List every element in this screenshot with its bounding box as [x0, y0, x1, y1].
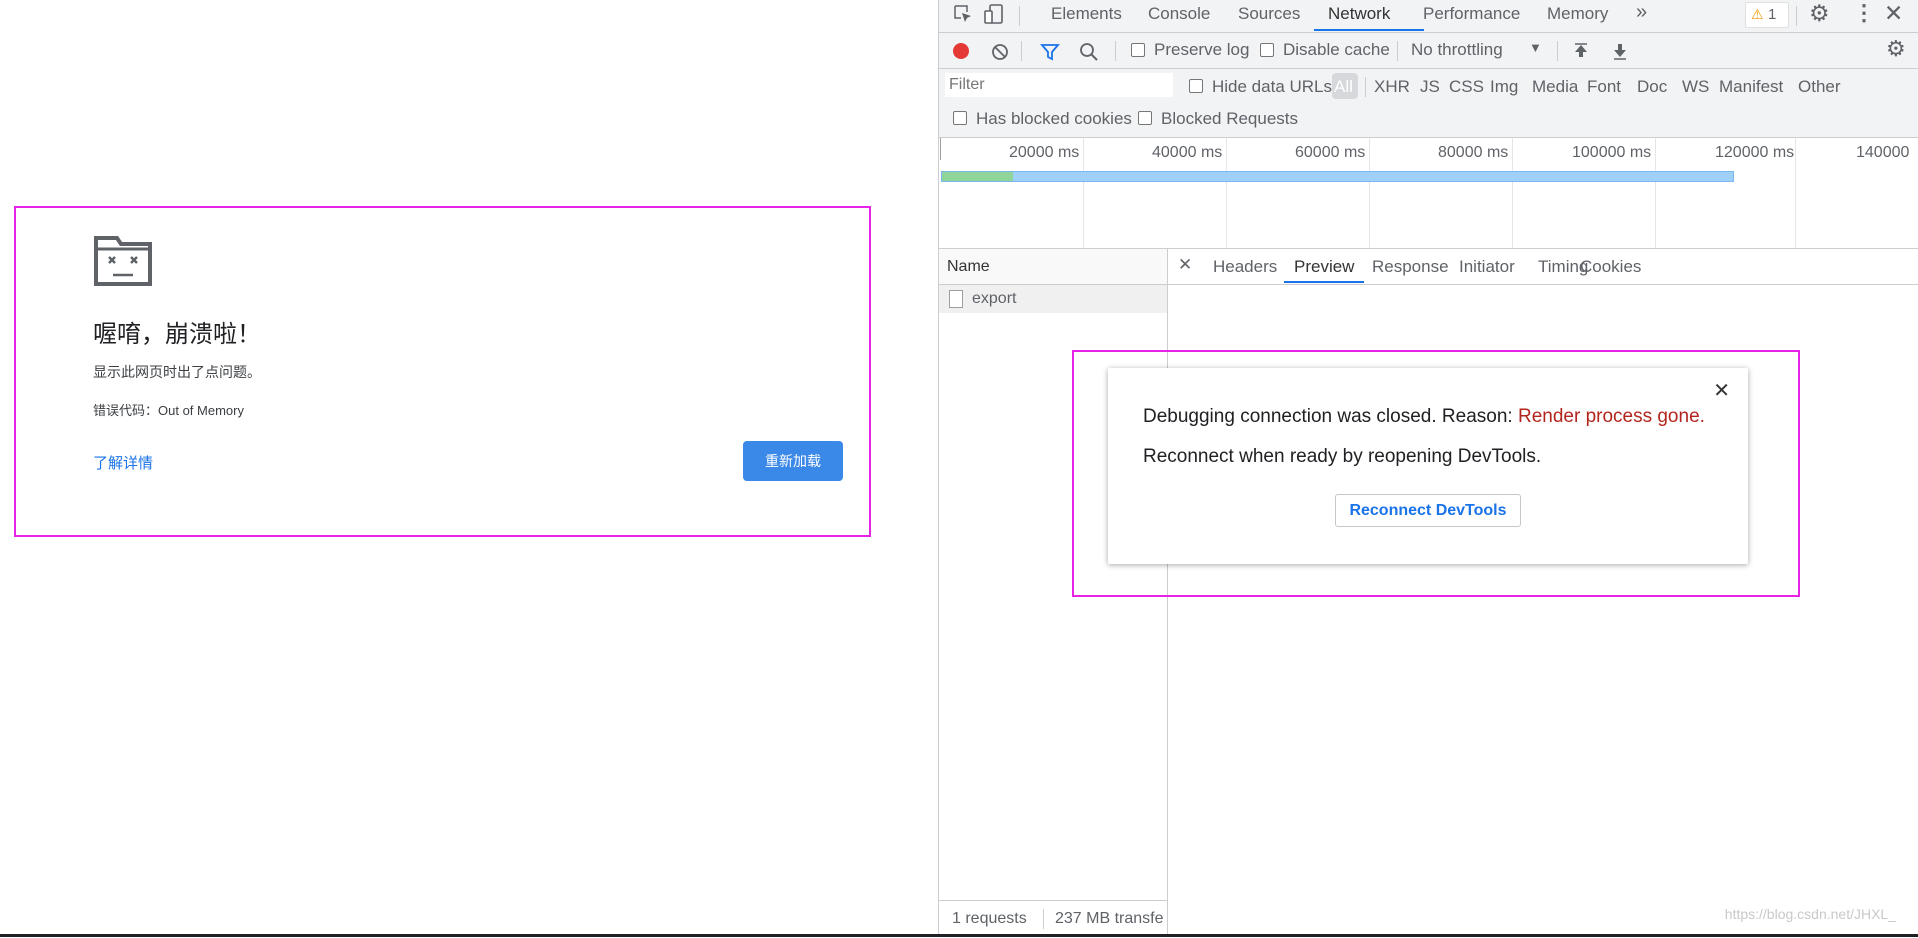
disable-cache-label: Disable cache	[1283, 40, 1390, 59]
transferred-size: 237 MB transfe	[1055, 910, 1164, 927]
request-detail-tabs: ✕ Headers Preview Response Initiator Tim…	[1168, 249, 1918, 285]
tab-console[interactable]: Console	[1148, 4, 1210, 24]
tab-elements[interactable]: Elements	[1051, 4, 1122, 24]
crash-title: 喔唷，崩溃啦！	[93, 321, 261, 348]
document-icon	[949, 290, 963, 308]
type-filter-ws[interactable]: WS	[1682, 77, 1709, 97]
inspect-element-icon[interactable]	[953, 4, 973, 24]
type-filter-xhr[interactable]: XHR	[1374, 77, 1410, 97]
request-timeline-bar	[941, 171, 1734, 182]
type-filter-media[interactable]: Media	[1532, 77, 1578, 97]
type-filter-img[interactable]: Img	[1490, 77, 1518, 97]
request-name: export	[972, 290, 1017, 307]
devtools-tab-bar: Elements Console Sources Network Perform…	[939, 0, 1918, 33]
timeline-tick: 40000 ms	[1152, 144, 1223, 161]
detail-tab-headers[interactable]: Headers	[1213, 257, 1277, 277]
hide-data-urls-checkbox[interactable]	[1189, 79, 1203, 93]
request-waiting-bar	[942, 172, 1013, 181]
learn-more-link[interactable]: 了解详情	[93, 452, 153, 473]
throttling-select[interactable]: No throttling	[1411, 40, 1503, 60]
tab-network[interactable]: Network	[1328, 4, 1390, 24]
filter-input[interactable]	[945, 73, 1173, 97]
chevron-down-icon[interactable]: ▼	[1529, 40, 1542, 55]
detail-tab-preview[interactable]: Preview	[1294, 257, 1354, 277]
warning-count: 1	[1768, 6, 1777, 23]
timeline-tick: 60000 ms	[1295, 144, 1366, 161]
type-filter-manifest[interactable]: Manifest	[1719, 77, 1783, 97]
network-tab-underline	[1314, 29, 1424, 31]
clear-icon[interactable]	[991, 43, 1009, 61]
tab-performance[interactable]: Performance	[1423, 4, 1520, 24]
more-tabs-icon[interactable]: »	[1636, 1, 1647, 24]
network-toolbar: Preserve log Disable cache No throttling…	[939, 33, 1918, 69]
timeline-tick: 80000 ms	[1438, 144, 1509, 161]
timeline-tick: 20000 ms	[1009, 144, 1080, 161]
dialog-reason: Render process gone.	[1517, 406, 1705, 427]
timeline-tick: 100000 ms	[1572, 144, 1652, 161]
detail-tab-initiator[interactable]: Initiator	[1459, 257, 1515, 277]
reconnect-devtools-button[interactable]: Reconnect DevTools	[1335, 494, 1521, 527]
dialog-message-prefix: Debugging connection was closed. Reason:	[1143, 406, 1518, 427]
crash-description: 显示此网页时出了点问题。	[93, 364, 261, 380]
import-har-icon[interactable]	[1572, 42, 1590, 60]
network-overview-timeline[interactable]: 20000 ms 40000 ms 60000 ms 80000 ms 1000…	[939, 138, 1918, 249]
detail-tab-response[interactable]: Response	[1372, 257, 1449, 277]
name-column-header[interactable]: Name	[939, 249, 1167, 285]
type-filter-js[interactable]: JS	[1420, 77, 1440, 97]
type-filter-font[interactable]: Font	[1587, 77, 1621, 97]
preview-tab-underline	[1284, 281, 1364, 283]
type-filter-other[interactable]: Other	[1798, 77, 1841, 97]
type-filter-doc[interactable]: Doc	[1637, 77, 1667, 97]
search-icon[interactable]	[1079, 42, 1099, 62]
request-row[interactable]: export	[939, 285, 1167, 313]
error-code: 错误代码：Out of Memory	[93, 403, 244, 418]
type-filter-css[interactable]: CSS	[1449, 77, 1484, 97]
name-column-label: Name	[947, 258, 990, 275]
warnings-badge[interactable]: ⚠ 1	[1745, 2, 1789, 28]
export-har-icon[interactable]	[1611, 42, 1629, 60]
has-blocked-cookies-checkbox[interactable]	[953, 111, 967, 125]
watermark: https://blog.csdn.net/JHXL_	[1724, 906, 1896, 922]
preserve-log-label: Preserve log	[1154, 40, 1250, 59]
settings-gear-icon[interactable]: ⚙	[1809, 0, 1830, 27]
detail-tab-cookies[interactable]: Cookies	[1580, 257, 1641, 277]
dialog-message: Debugging connection was closed. Reason:…	[1143, 406, 1705, 428]
close-detail-icon[interactable]: ✕	[1178, 255, 1192, 275]
filter-bar: Hide data URLs All XHR JS CSS Img Media …	[939, 69, 1918, 138]
reload-button[interactable]: 重新加载	[743, 441, 843, 481]
network-status-bar: 1 requests 237 MB transfe	[939, 900, 1167, 938]
blocked-requests-checkbox[interactable]	[1138, 111, 1152, 125]
has-blocked-cookies-label: Has blocked cookies	[976, 109, 1132, 128]
device-toolbar-icon[interactable]	[983, 3, 1005, 25]
blocked-requests-label: Blocked Requests	[1161, 109, 1299, 128]
filter-icon[interactable]	[1040, 42, 1060, 62]
dialog-close-icon[interactable]: ✕	[1713, 378, 1730, 403]
more-options-icon[interactable]: ⋮	[1853, 0, 1875, 26]
close-devtools-icon[interactable]: ✕	[1884, 0, 1903, 27]
sad-folder-icon	[94, 236, 152, 286]
type-filter-all[interactable]: All	[1334, 77, 1353, 97]
preserve-log-checkbox[interactable]	[1131, 43, 1145, 57]
tab-sources[interactable]: Sources	[1238, 4, 1300, 24]
network-settings-gear-icon[interactable]: ⚙	[1886, 36, 1906, 62]
disable-cache-checkbox[interactable]	[1260, 43, 1274, 57]
timeline-tick: 120000 ms	[1715, 144, 1795, 161]
record-icon[interactable]	[953, 43, 969, 59]
timeline-tick: 140000	[1856, 144, 1910, 161]
request-count: 1 requests	[952, 910, 1027, 927]
disconnected-dialog: ✕ Debugging connection was closed. Reaso…	[1108, 368, 1748, 564]
warning-icon: ⚠	[1751, 6, 1764, 22]
dialog-instruction: Reconnect when ready by reopening DevToo…	[1143, 446, 1542, 467]
tab-memory[interactable]: Memory	[1547, 4, 1608, 24]
hide-data-urls-label: Hide data URLs	[1212, 77, 1333, 96]
